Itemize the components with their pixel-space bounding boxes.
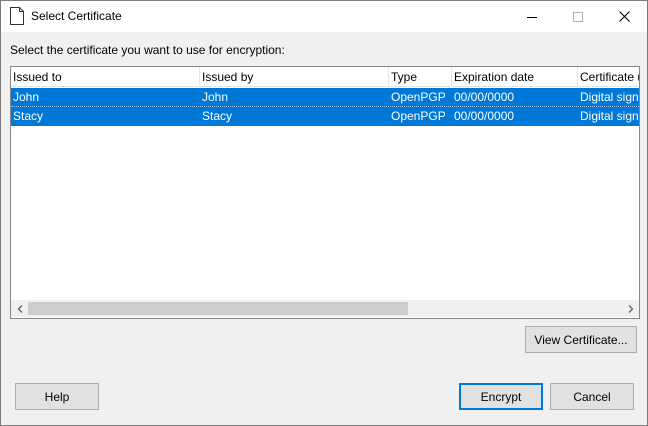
close-button[interactable] — [601, 1, 647, 32]
certificate-list[interactable]: Issued to Issued by Type Expiration date… — [10, 66, 640, 319]
cell-certificate-usage: Digital signa — [580, 109, 639, 123]
cell-type: OpenPGP — [391, 90, 446, 104]
list-header: Issued to Issued by Type Expiration date… — [11, 67, 639, 88]
horizontal-scrollbar[interactable] — [11, 300, 639, 317]
encrypt-label: Encrypt — [480, 389, 522, 404]
help-label: Help — [44, 389, 70, 404]
cell-issued-by: Stacy — [202, 109, 233, 123]
maximize-button[interactable] — [555, 1, 601, 32]
view-certificate-button[interactable]: View Certificate... — [525, 326, 637, 353]
title-bar[interactable]: Select Certificate — [1, 1, 647, 32]
cell-expiration-date: 00/00/0000 — [454, 109, 515, 123]
select-certificate-dialog: Select Certificate Select the certificat… — [0, 0, 648, 426]
cell-issued-to: John — [13, 90, 40, 104]
minimize-icon — [527, 16, 537, 18]
cancel-label: Cancel — [573, 389, 611, 404]
maximize-icon — [573, 11, 583, 22]
chevron-left-icon — [17, 304, 22, 313]
table-row[interactable]: John John OpenPGP 00/00/0000 Digital sig… — [11, 88, 639, 107]
cell-type: OpenPGP — [391, 109, 446, 123]
view-certificate-label: View Certificate... — [534, 332, 628, 347]
cell-expiration-date: 00/00/0000 — [454, 90, 515, 104]
column-header-type[interactable]: Type — [389, 67, 452, 87]
scrollbar-thumb[interactable] — [28, 302, 408, 315]
cell-issued-to: Stacy — [13, 109, 44, 123]
scroll-left-button[interactable] — [11, 300, 28, 317]
minimize-button[interactable] — [509, 1, 555, 32]
column-header-issued-by[interactable]: Issued by — [200, 67, 389, 87]
column-header-certificate-usage[interactable]: Certificate u — [578, 67, 639, 87]
cell-certificate-usage: Digital signa — [580, 90, 639, 104]
cancel-button[interactable]: Cancel — [550, 383, 634, 410]
encrypt-button[interactable]: Encrypt — [459, 383, 543, 410]
chevron-right-icon — [628, 304, 633, 313]
close-icon — [618, 11, 630, 22]
cell-issued-by: John — [202, 90, 229, 104]
window-title: Select Certificate — [31, 9, 122, 23]
help-button[interactable]: Help — [15, 383, 99, 410]
instruction-text: Select the certificate you want to use f… — [10, 43, 285, 57]
column-header-expiration-date[interactable]: Expiration date — [452, 67, 578, 87]
table-row[interactable]: Stacy Stacy OpenPGP 00/00/0000 Digital s… — [11, 107, 639, 126]
column-header-issued-to[interactable]: Issued to — [11, 67, 200, 87]
document-icon — [10, 7, 24, 25]
scroll-right-button[interactable] — [622, 300, 639, 317]
